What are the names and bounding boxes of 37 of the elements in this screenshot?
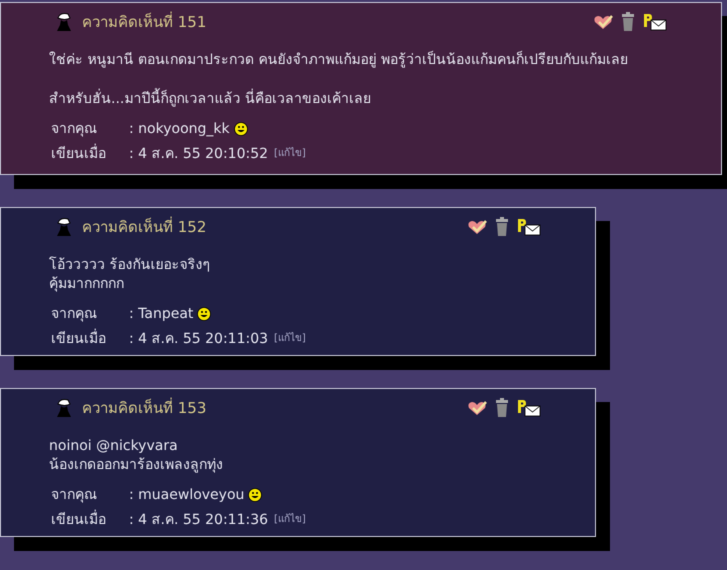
user-icon: [56, 398, 72, 418]
trash-icon[interactable]: [621, 12, 635, 32]
comment-text: ใช่ค่ะ หนูมานี ตอนเกดมาประกวด คนยังจำภาพแก้มอยู่ พอรู้ว่าเป็นน้องแก้มคนก็เปรียบกับแก้มเลย: [49, 51, 629, 70]
date-label: เขียนเมื่อ: [51, 144, 129, 164]
from-label: จากคุณ: [51, 305, 98, 324]
heart-check-icon[interactable]: [467, 400, 487, 416]
comment-text: โอ้ววววว ร้องกันเยอะจริงๆ คุ้มมากกกกก: [49, 256, 212, 294]
heart-check-icon[interactable]: [467, 219, 487, 235]
date-label: เขียนเมื่อ: [51, 510, 129, 530]
author-name: : nokyoong_kk: [129, 120, 230, 139]
edit-link[interactable]: [แก้ไข]: [274, 329, 306, 349]
trash-icon[interactable]: [495, 217, 509, 237]
comment-text: noinoi @nickyvara น้องเกดออกมาร้องเพลงลูกทุ่ง: [49, 437, 224, 475]
post-date: : 4 ส.ค. 55 20:11:03: [129, 330, 268, 349]
author-name: : muaewloveyou: [129, 486, 244, 505]
from-label: จากคุณ: [51, 120, 98, 139]
private-message-icon[interactable]: [517, 399, 541, 417]
post-date: : 4 ส.ค. 55 20:11:36: [129, 511, 268, 530]
trash-icon[interactable]: [495, 398, 509, 418]
smiley-icon: [248, 488, 262, 502]
edit-link[interactable]: [แก้ไข]: [274, 510, 306, 530]
comment-text: สำหรับฮั่น...มาปีนี้ก็ถูกเวลาแล้ว นี่คือเวลาของเค้าเลย: [49, 90, 721, 109]
date-label: เขียนเมื่อ: [51, 329, 129, 349]
edit-link[interactable]: [แก้ไข]: [274, 144, 306, 164]
comment-number: ความคิดเห็นที่ 151: [82, 10, 206, 33]
smiley-icon: [197, 307, 212, 321]
author-name: : Tanpeat: [129, 305, 194, 324]
comment-number: ความคิดเห็นที่ 153: [82, 396, 206, 419]
private-message-icon[interactable]: [517, 218, 541, 236]
post-date: : 4 ส.ค. 55 20:10:52: [129, 145, 268, 164]
user-icon: [56, 12, 72, 32]
heart-check-icon[interactable]: [593, 14, 613, 30]
private-message-icon[interactable]: [643, 13, 667, 31]
user-icon: [56, 217, 72, 237]
from-label: จากคุณ: [51, 486, 98, 505]
smiley-icon: [234, 122, 248, 136]
comment-number: ความคิดเห็นที่ 152: [82, 216, 206, 238]
